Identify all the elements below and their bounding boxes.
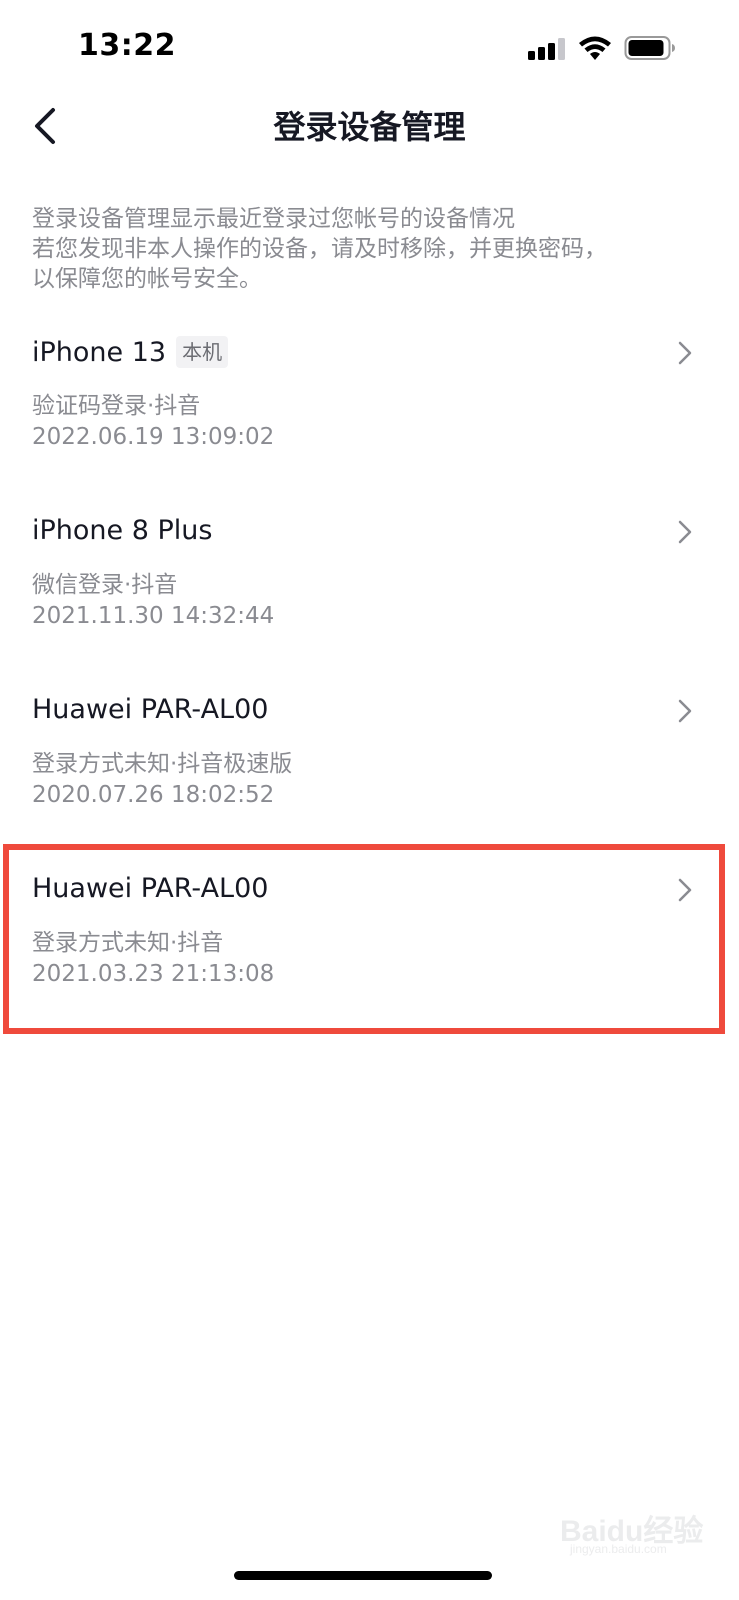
chevron-right-icon [678,699,692,723]
chevron-right-icon [678,520,692,544]
status-time: 13:22 [78,28,176,63]
device-name: Huawei PAR-AL00 [32,873,269,904]
login-method: 登录方式未知·抖音极速版 [32,751,293,777]
device-list: iPhone 13 本机 验证码登录·抖音 2022.06.19 13:09:0… [0,318,739,1034]
login-method: 微信登录·抖音 [32,572,178,598]
login-method: 验证码登录·抖音 [32,393,201,419]
description-line-3: 以保障您的帐号安全。 [32,266,262,292]
login-time: 2022.06.19 13:09:02 [32,424,275,450]
description-line-1: 登录设备管理显示最近登录过您帐号的设备情况 [32,206,515,232]
device-item-huawei-1[interactable]: Huawei PAR-AL00 登录方式未知·抖音极速版 2020.07.26 … [0,676,739,855]
device-name-row: Huawei PAR-AL00 [32,694,268,725]
chevron-right-icon [678,878,692,902]
login-time: 2021.11.30 14:32:44 [32,603,275,629]
device-name: iPhone 8 Plus [32,515,213,546]
login-time: 2021.03.23 21:13:08 [32,961,275,987]
nav-bar: 登录设备管理 [0,96,739,156]
watermark-subtext: jingyan.baidu.com [570,1542,667,1556]
device-name: iPhone 13 [32,336,167,368]
cellular-signal-icon [528,38,566,60]
description-line-2: 若您发现非本人操作的设备，请及时移除，并更换密码， [32,236,607,262]
device-name: Huawei PAR-AL00 [32,694,269,725]
device-name-row: Huawei PAR-AL00 [32,873,268,904]
description-text: 登录设备管理显示最近登录过您帐号的设备情况 若您发现非本人操作的设备，请及时移除… [32,204,712,294]
battery-icon [624,36,675,60]
baidu-watermark: Baidu经验 jingyan.baidu.com [560,1500,730,1560]
login-time: 2020.07.26 18:02:52 [32,782,275,808]
chevron-right-icon [678,341,692,365]
device-item-huawei-2[interactable]: Huawei PAR-AL00 登录方式未知·抖音 2021.03.23 21:… [0,855,739,1034]
page-title: 登录设备管理 [273,108,466,146]
wifi-icon [579,36,611,60]
current-device-badge: 本机 [176,336,229,368]
home-indicator[interactable] [234,1571,492,1580]
status-bar: 13:22 [0,0,739,96]
device-name-row: iPhone 8 Plus [32,515,212,546]
device-name-row: iPhone 13 本机 [32,336,229,368]
device-item-iphone-13[interactable]: iPhone 13 本机 验证码登录·抖音 2022.06.19 13:09:0… [0,318,739,497]
login-method: 登录方式未知·抖音 [32,930,224,956]
device-item-iphone-8-plus[interactable]: iPhone 8 Plus 微信登录·抖音 2021.11.30 14:32:4… [0,497,739,676]
